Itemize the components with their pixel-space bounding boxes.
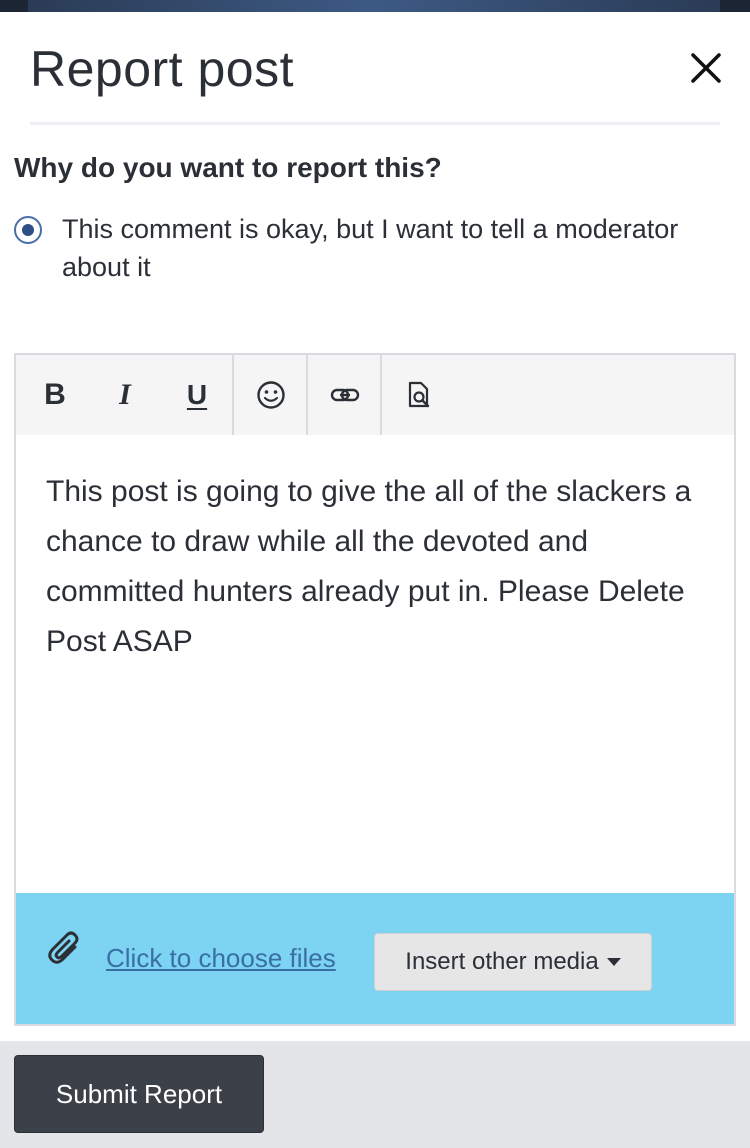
background-banner — [28, 0, 720, 12]
radio-selected-dot — [22, 224, 34, 236]
title-divider — [30, 122, 720, 125]
editor-toolbar: B I U — [16, 355, 734, 435]
toolbar-separator — [306, 355, 308, 435]
reason-radio[interactable] — [14, 216, 42, 244]
caret-down-icon — [606, 958, 621, 966]
preview-icon — [408, 381, 430, 408]
paperclip-icon — [48, 931, 79, 964]
dialog-footer: Submit Report — [0, 1041, 750, 1148]
editor-content[interactable]: This post is going to give the all of th… — [46, 467, 706, 667]
insert-media-button[interactable]: Insert other media — [374, 933, 652, 991]
reason-label[interactable]: This comment is okay, but I want to tell… — [62, 210, 722, 286]
insert-media-label: Insert other media — [405, 948, 599, 975]
italic-button[interactable]: I — [90, 355, 160, 435]
report-dialog: Report post Why do you want to report th… — [0, 12, 750, 1148]
attachment-bar: Click to choose files Insert other media — [16, 893, 734, 1024]
emoji-icon — [257, 381, 285, 409]
submit-report-button[interactable]: Submit Report — [14, 1055, 264, 1133]
close-icon — [691, 53, 721, 83]
bold-button[interactable]: B — [20, 355, 90, 435]
link-button[interactable] — [310, 355, 380, 435]
background-page-strip — [0, 0, 750, 12]
dialog-title: Report post — [30, 41, 294, 97]
close-button[interactable] — [684, 46, 728, 90]
toolbar-separator — [380, 355, 382, 435]
emoji-button[interactable] — [236, 355, 306, 435]
preview-button[interactable] — [384, 355, 454, 435]
toolbar-separator — [232, 355, 234, 435]
underline-button[interactable]: U — [162, 355, 232, 435]
choose-files-link[interactable]: Click to choose files — [106, 943, 336, 974]
report-question: Why do you want to report this? — [14, 152, 442, 183]
link-icon — [330, 388, 360, 402]
message-editor: B I U This post is going to give the all… — [14, 353, 736, 1026]
